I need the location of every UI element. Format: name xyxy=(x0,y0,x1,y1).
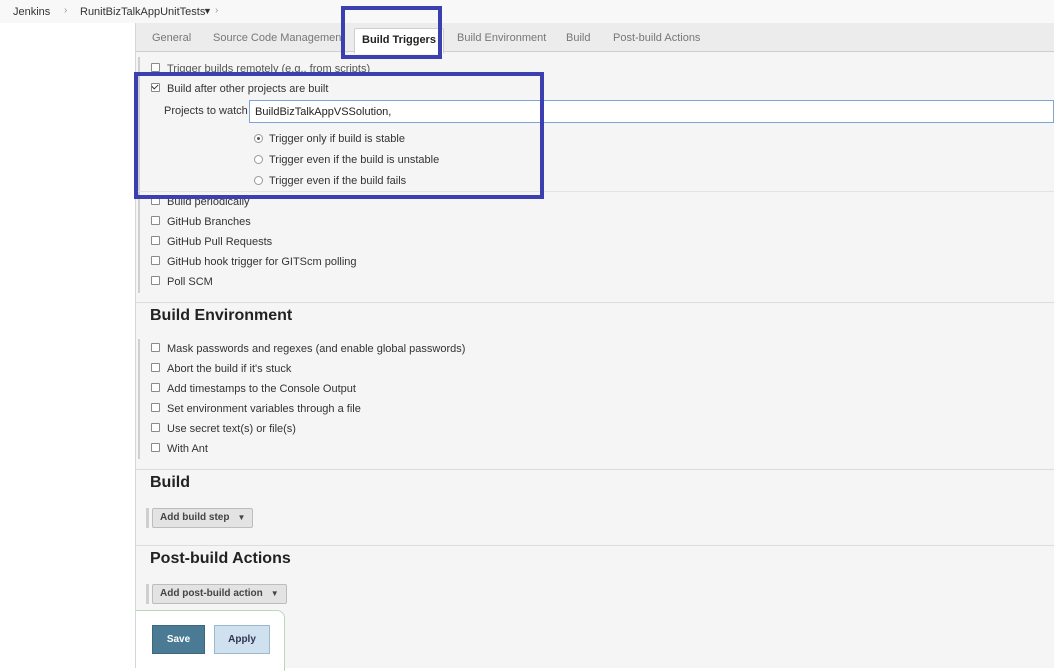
tab-source-code-management[interactable]: Source Code Management xyxy=(213,32,344,44)
section-title-build: Build xyxy=(150,474,190,491)
github-prs-option[interactable]: GitHub Pull Requests xyxy=(151,235,273,250)
build-after-option[interactable]: Build after other projects are built xyxy=(151,82,329,97)
github-prs-label: GitHub Pull Requests xyxy=(167,236,273,248)
tab-build-environment[interactable]: Build Environment xyxy=(457,32,546,44)
build-env-label: Set environment variables through a file xyxy=(167,403,361,415)
build-periodically-option[interactable]: Build periodically xyxy=(151,195,250,210)
radio-stable-icon[interactable] xyxy=(254,133,263,143)
build-after-checkbox[interactable] xyxy=(151,82,160,92)
with-ant-checkbox[interactable] xyxy=(151,442,160,452)
tab-post-build-actions[interactable]: Post-build Actions xyxy=(613,32,700,44)
radio-trigger-unstable[interactable]: Trigger even if the build is unstable xyxy=(254,154,439,166)
radio-unstable-icon[interactable] xyxy=(254,154,263,164)
chevron-down-icon: ▼ xyxy=(270,589,279,598)
job-menu-dropdown-icon[interactable]: ▼ xyxy=(203,6,212,16)
radio-fails-label: Trigger even if the build fails xyxy=(269,175,407,187)
trigger-remotely-checkbox[interactable] xyxy=(151,62,160,72)
divider xyxy=(136,191,1054,192)
section-indent-bar xyxy=(138,339,140,459)
section-title-build-environment: Build Environment xyxy=(150,307,293,324)
github-hook-option[interactable]: GitHub hook trigger for GITScm polling xyxy=(151,255,357,270)
build-periodically-label: Build periodically xyxy=(167,196,250,208)
github-prs-checkbox[interactable] xyxy=(151,235,160,245)
build-env-label: Add timestamps to the Console Output xyxy=(167,383,356,395)
breadcrumb-separator-icon: › xyxy=(64,5,68,16)
section-divider xyxy=(136,545,1054,546)
chevron-down-icon: ▼ xyxy=(237,513,246,522)
github-hook-label: GitHub hook trigger for GITScm polling xyxy=(167,256,357,268)
mask-passwords-checkbox[interactable] xyxy=(151,342,160,352)
tab-build[interactable]: Build xyxy=(566,32,590,44)
section-indent-bar xyxy=(146,508,149,528)
github-branches-checkbox[interactable] xyxy=(151,215,160,225)
build-env-option[interactable]: Use secret text(s) or file(s) xyxy=(151,422,296,437)
poll-scm-checkbox[interactable] xyxy=(151,275,160,285)
breadcrumb: Jenkins › RunitBizTalkAppUnitTests ▼ › xyxy=(0,0,1054,24)
add-build-step-label: Add build step xyxy=(160,512,230,523)
radio-unstable-label: Trigger even if the build is unstable xyxy=(269,154,440,166)
trigger-remotely-option[interactable]: Trigger builds remotely (e.g., from scri… xyxy=(151,62,371,77)
tab-general[interactable]: General xyxy=(152,32,191,44)
build-env-label: Abort the build if it's stuck xyxy=(167,363,292,375)
section-indent-bar xyxy=(146,584,149,604)
section-divider xyxy=(136,469,1054,470)
radio-stable-label: Trigger only if build is stable xyxy=(269,133,405,145)
env-vars-file-checkbox[interactable] xyxy=(151,402,160,412)
radio-trigger-fails[interactable]: Trigger even if the build fails xyxy=(254,175,406,187)
side-panel xyxy=(0,23,136,668)
trigger-remotely-label: Trigger builds remotely (e.g., from scri… xyxy=(167,63,371,75)
build-env-label: Mask passwords and regexes (and enable g… xyxy=(167,343,466,355)
github-branches-label: GitHub Branches xyxy=(167,216,251,228)
breadcrumb-job-link[interactable]: RunitBizTalkAppUnitTests xyxy=(80,6,205,18)
poll-scm-option[interactable]: Poll SCM xyxy=(151,275,213,290)
apply-button[interactable]: Apply xyxy=(214,625,270,654)
breadcrumb-separator-icon: › xyxy=(215,5,219,16)
radio-trigger-stable[interactable]: Trigger only if build is stable xyxy=(254,133,405,145)
build-periodically-checkbox[interactable] xyxy=(151,195,160,205)
add-post-build-action-button[interactable]: Add post-build action ▼ xyxy=(152,584,287,604)
section-indent-bar xyxy=(138,57,140,293)
projects-to-watch-label: Projects to watch xyxy=(164,105,248,117)
secret-text-checkbox[interactable] xyxy=(151,422,160,432)
build-env-option[interactable]: Set environment variables through a file xyxy=(151,402,361,417)
config-panel: General Source Code Management Build Tri… xyxy=(136,23,1054,671)
build-env-option[interactable]: Abort the build if it's stuck xyxy=(151,362,292,377)
section-title-post-build: Post-build Actions xyxy=(150,550,291,567)
github-branches-option[interactable]: GitHub Branches xyxy=(151,215,251,230)
timestamps-checkbox[interactable] xyxy=(151,382,160,392)
build-env-option[interactable]: With Ant xyxy=(151,442,208,457)
add-build-step-button[interactable]: Add build step ▼ xyxy=(152,508,254,528)
poll-scm-label: Poll SCM xyxy=(167,276,213,288)
build-after-label: Build after other projects are built xyxy=(167,83,329,95)
build-env-label: Use secret text(s) or file(s) xyxy=(167,423,296,435)
projects-to-watch-input[interactable] xyxy=(249,100,1054,123)
github-hook-checkbox[interactable] xyxy=(151,255,160,265)
build-env-label: With Ant xyxy=(167,443,208,455)
config-tabs: General Source Code Management Build Tri… xyxy=(136,23,1054,54)
breadcrumb-jenkins-link[interactable]: Jenkins xyxy=(13,6,50,18)
build-env-option[interactable]: Add timestamps to the Console Output xyxy=(151,382,356,397)
save-button[interactable]: Save xyxy=(152,625,205,654)
section-divider xyxy=(136,302,1054,303)
radio-fails-icon[interactable] xyxy=(254,175,263,185)
abort-stuck-checkbox[interactable] xyxy=(151,362,160,372)
build-env-option[interactable]: Mask passwords and regexes (and enable g… xyxy=(151,342,466,357)
tab-build-triggers[interactable]: Build Triggers xyxy=(354,28,444,54)
add-post-build-action-label: Add post-build action xyxy=(160,588,263,599)
